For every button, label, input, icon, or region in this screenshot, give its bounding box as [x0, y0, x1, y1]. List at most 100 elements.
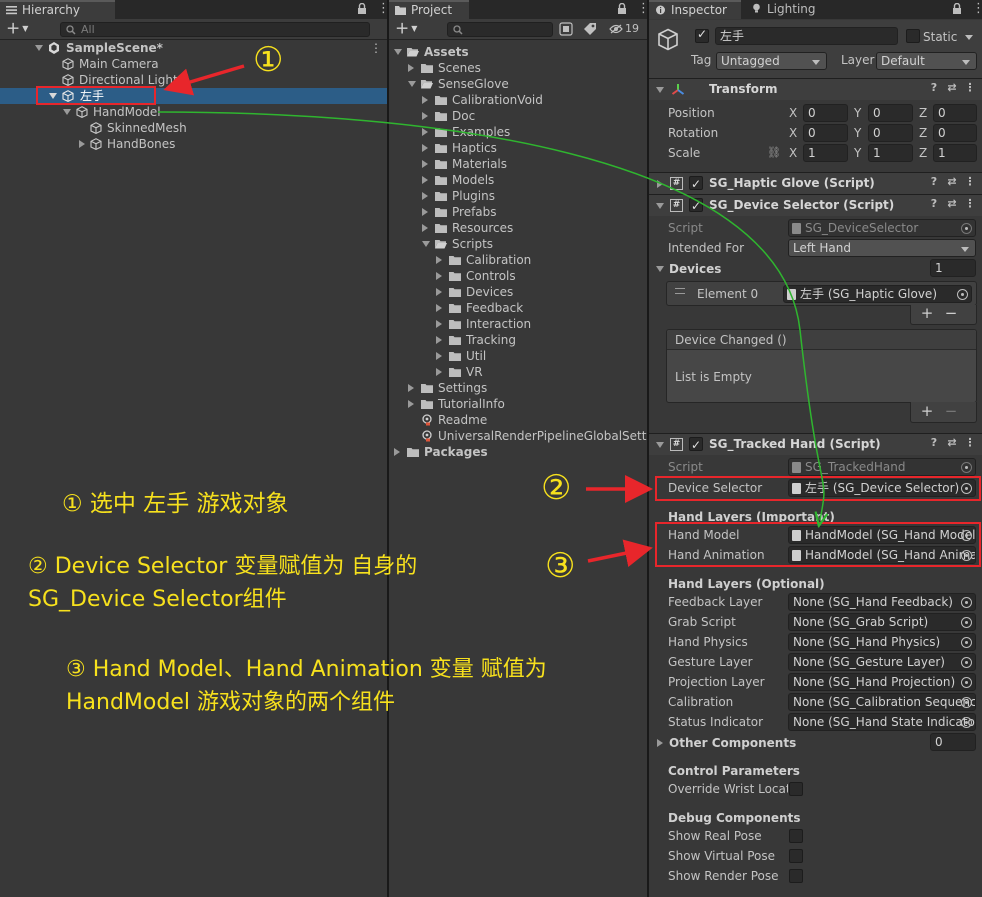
more-menu-icon[interactable]: ⋮ — [377, 2, 387, 16]
project-item-examples[interactable]: Examples — [389, 124, 647, 140]
show-virtual-pose-checkbox[interactable] — [789, 849, 803, 863]
tab-inspector[interactable]: Inspector — [649, 0, 741, 19]
static-dropdown-arrow-icon[interactable] — [965, 35, 973, 40]
project-item-calibration[interactable]: Calibration — [389, 252, 647, 268]
tab-lighting[interactable]: Lighting — [745, 0, 835, 19]
object-picker-icon[interactable] — [961, 677, 972, 688]
expand-arrow-icon[interactable] — [422, 112, 428, 120]
fold-arrow-icon[interactable] — [657, 180, 663, 188]
constrain-proportions-icon[interactable]: ⛓ — [767, 147, 781, 159]
help-icon[interactable]: ? — [928, 82, 940, 94]
scene-row[interactable]: SampleScene* ⋮ — [0, 40, 387, 56]
presets-icon[interactable]: ⇄ — [946, 176, 958, 188]
scene-menu-icon[interactable]: ⋮ — [370, 40, 382, 56]
fold-arrow-icon[interactable] — [657, 739, 663, 747]
rotation-x-axis-label[interactable]: X — [789, 124, 797, 142]
project-item-vr[interactable]: VR — [389, 364, 647, 380]
transform-header[interactable]: Transform ? ⇄ ⋮ — [649, 78, 982, 100]
help-icon[interactable]: ? — [928, 198, 940, 210]
fold-arrow-icon[interactable] — [656, 266, 664, 272]
project-item-prefabs[interactable]: Prefabs — [389, 204, 647, 220]
hierarchy-search-input[interactable]: All — [60, 22, 370, 37]
expand-arrow-icon[interactable] — [422, 224, 428, 232]
tracked-hand-enabled-checkbox[interactable] — [689, 435, 703, 456]
add-button[interactable]: + ▼ — [6, 20, 36, 38]
position-y-input[interactable]: 0 — [868, 104, 913, 122]
component-menu-icon[interactable]: ⋮ — [964, 198, 976, 210]
show-real-pose-checkbox[interactable] — [789, 829, 803, 843]
expand-arrow-icon[interactable] — [422, 241, 430, 247]
expand-arrow-icon[interactable] — [63, 109, 71, 115]
scale-x-axis-label[interactable]: X — [789, 144, 797, 162]
remove-event-button[interactable]: − — [941, 403, 961, 421]
create-button[interactable]: + ▼ — [395, 20, 425, 38]
project-item-models[interactable]: Models — [389, 172, 647, 188]
hierarchy-item-handmodel[interactable]: HandModel — [0, 104, 387, 120]
project-item-doc[interactable]: Doc — [389, 108, 647, 124]
expand-arrow-icon[interactable] — [422, 192, 428, 200]
gesture-layer-field[interactable]: None (SG_Gesture Layer) — [788, 653, 976, 671]
haptic-glove-header[interactable]: # SG_Haptic Glove (Script) ? ⇄ ⋮ — [649, 172, 982, 195]
status-indicator-field[interactable]: None (SG_Hand State Indicator) — [788, 713, 976, 731]
project-item-devices[interactable]: Devices — [389, 284, 647, 300]
rotation-y-input[interactable]: 0 — [868, 124, 913, 142]
lock-icon[interactable] — [357, 2, 367, 15]
rotation-z-axis-label[interactable]: Z — [919, 124, 927, 142]
help-icon[interactable]: ? — [928, 437, 940, 449]
fold-arrow-icon[interactable] — [656, 87, 664, 93]
project-item-readme[interactable]: Readme — [389, 412, 647, 428]
expand-arrow-icon[interactable] — [436, 352, 442, 360]
expand-arrow-icon[interactable] — [79, 140, 85, 148]
project-item-tutorialinfo[interactable]: TutorialInfo — [389, 396, 647, 412]
devices-size-input[interactable]: 1 — [930, 259, 976, 277]
add-event-button[interactable]: + — [917, 403, 937, 421]
project-search-input[interactable] — [447, 22, 553, 37]
project-item-assets[interactable]: Assets — [389, 44, 647, 60]
rotation-y-axis-label[interactable]: Y — [854, 124, 861, 142]
projection-layer-field[interactable]: None (SG_Hand Projection) — [788, 673, 976, 691]
expand-arrow-icon[interactable] — [436, 272, 442, 280]
object-picker-icon[interactable] — [961, 717, 972, 728]
static-checkbox[interactable] — [906, 29, 920, 43]
project-item-feedback[interactable]: Feedback — [389, 300, 647, 316]
search-by-type-icon[interactable] — [559, 22, 573, 36]
expand-arrow-icon[interactable] — [436, 320, 442, 328]
expand-arrow-icon[interactable] — [436, 256, 442, 264]
more-menu-icon[interactable]: ⋮ — [637, 2, 647, 16]
hierarchy-item-skinnedmesh[interactable]: SkinnedMesh — [0, 120, 387, 136]
expand-arrow-icon[interactable] — [422, 96, 428, 104]
hierarchy-item-handbones[interactable]: HandBones — [0, 136, 387, 152]
rotation-x-input[interactable]: 0 — [803, 124, 848, 142]
rotation-z-input[interactable]: 0 — [933, 124, 977, 142]
more-menu-icon[interactable]: ⋮ — [972, 2, 982, 16]
object-picker-icon[interactable] — [961, 697, 972, 708]
component-menu-icon[interactable]: ⋮ — [964, 176, 976, 188]
gameobject-large-icon[interactable] — [657, 28, 679, 52]
project-item-settings[interactable]: Settings — [389, 380, 647, 396]
lock-icon[interactable] — [952, 2, 962, 15]
other-components-size-input[interactable]: 0 — [930, 733, 976, 751]
expand-arrow-icon[interactable] — [422, 144, 428, 152]
position-y-axis-label[interactable]: Y — [854, 104, 861, 122]
presets-icon[interactable]: ⇄ — [946, 198, 958, 210]
project-item-scenes[interactable]: Scenes — [389, 60, 647, 76]
fold-arrow-icon[interactable] — [656, 203, 664, 209]
hidden-packages-icon[interactable]: 19 — [609, 21, 645, 37]
expand-arrow-icon[interactable] — [408, 384, 414, 392]
help-icon[interactable]: ? — [928, 176, 940, 188]
expand-arrow-icon[interactable] — [436, 368, 442, 376]
scale-z-input[interactable]: 1 — [933, 144, 977, 162]
expand-arrow-icon[interactable] — [408, 81, 416, 87]
hand-physics-field[interactable]: None (SG_Hand Physics) — [788, 633, 976, 651]
calibration-field[interactable]: None (SG_Calibration Sequence) — [788, 693, 976, 711]
project-item-universalrenderpipelineglobalsettings[interactable]: UniversalRenderPipelineGlobalSettings — [389, 428, 647, 444]
expand-arrow-icon[interactable] — [394, 49, 402, 55]
drag-handle-icon[interactable] — [675, 288, 685, 294]
object-name-input[interactable]: 左手 — [715, 27, 898, 45]
project-item-scripts[interactable]: Scripts — [389, 236, 647, 252]
tracked-hand-header[interactable]: # SG_Tracked Hand (Script) ? ⇄ ⋮ — [649, 433, 982, 456]
show-render-pose-checkbox[interactable] — [789, 869, 803, 883]
expand-arrow-icon[interactable] — [422, 208, 428, 216]
device-selector-header[interactable]: # SG_Device Selector (Script) ? ⇄ ⋮ — [649, 194, 982, 217]
object-picker-icon[interactable] — [961, 617, 972, 628]
